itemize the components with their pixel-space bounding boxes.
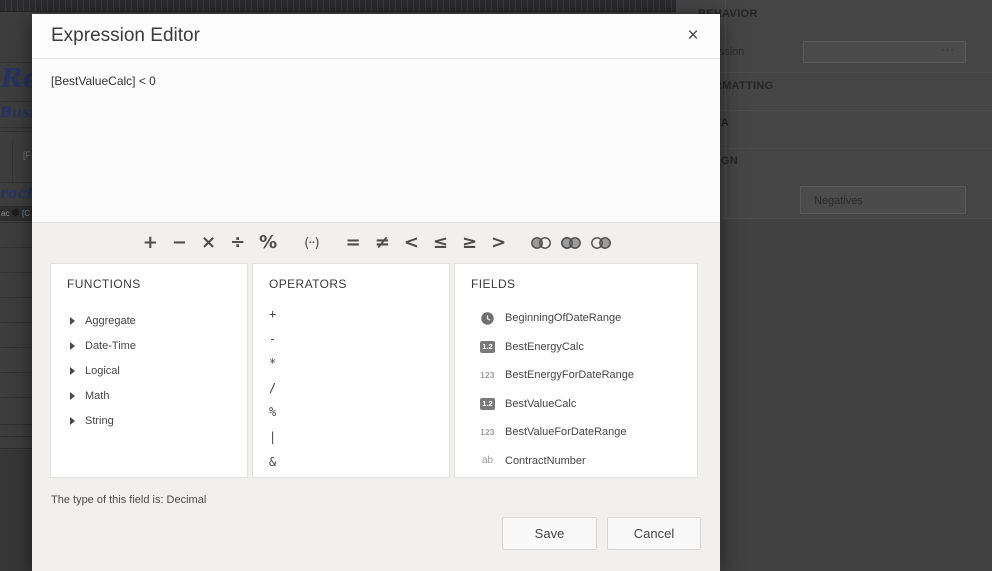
operators-header: OPERATORS [269,277,449,291]
properties-panel: BEHAVIOR Expression ··· FORMATTING DATA … [676,0,992,571]
panels-row: FUNCTIONS Aggregate Date-Time Logical Ma… [50,263,698,478]
report-subtitle-fragment: Busin [0,105,33,121]
operator-item-minus[interactable]: - [269,332,449,357]
chevron-right-icon [70,417,75,425]
clock-icon [479,312,496,325]
multiply-icon[interactable]: × [201,234,216,252]
dialog-title: Expression Editor [51,25,200,47]
greater-equal-icon[interactable]: ≥ [462,234,477,252]
ellipsis-button: ··· [941,44,955,56]
panel-lower-area [722,218,992,571]
chevron-right-icon [70,392,75,400]
functions-header: FUNCTIONS [67,277,247,291]
fields-panel: FIELDS BeginningOfDateRange 1.2 BestEner… [454,263,698,478]
horizontal-ruler [0,0,676,12]
functions-panel: FUNCTIONS Aggregate Date-Time Logical Ma… [50,263,248,478]
operator-item-plus[interactable]: + [269,307,449,332]
operator-toolbar: + − × ÷ % (··) = ≠ < ≤ ≥ > [32,223,720,263]
venn-left-filled-icon[interactable] [530,236,552,250]
operators-panel: OPERATORS + - * / % | & [252,263,450,478]
save-button[interactable]: Save [502,517,597,550]
venn-right-filled-icon[interactable] [590,236,612,250]
parentheses-icon[interactable]: (··) [304,237,318,250]
equals-icon[interactable]: = [346,234,361,252]
expression-property-input: ··· [803,41,966,63]
field-ref-fragment: [F [23,150,31,160]
field-type-hint: The type of this field is: Decimal [51,494,720,506]
integer-icon: 123 [479,371,496,380]
name-property-input: Negatives [800,186,966,214]
cancel-button[interactable]: Cancel [607,517,701,550]
not-equals-icon[interactable]: ≠ [375,234,390,252]
report-title-fragment: Rec [1,64,33,94]
greater-than-icon[interactable]: > [491,234,506,252]
field-item-bestvaluecalc[interactable]: 1.2 BestValueCalc [471,390,697,419]
expression-text[interactable]: [BestValueCalc] < 0 [51,74,156,88]
function-category-logical[interactable]: Logical [67,358,247,383]
operator-item-percent[interactable]: % [269,405,449,430]
decimal-icon: 1.2 [479,398,496,410]
decimal-icon: 1.2 [479,341,496,353]
less-than-icon[interactable]: < [404,234,419,252]
operator-item-pipe[interactable]: | [269,430,449,455]
less-equal-icon[interactable]: ≤ [433,234,448,252]
operator-item-star[interactable]: * [269,356,449,381]
function-category-math[interactable]: Math [67,383,247,408]
integer-icon: 123 [479,428,496,437]
expression-editor-dialog: Expression Editor × [BestValueCalc] < 0 … [32,14,720,571]
function-category-string[interactable]: String [67,408,247,433]
field-item-beginningofdaterange[interactable]: BeginningOfDateRange [471,304,697,333]
field-item-bestenergyfordaterange[interactable]: 123 BestEnergyForDateRange [471,361,697,390]
divide-icon[interactable]: ÷ [230,234,245,252]
chevron-right-icon [70,342,75,350]
minus-icon[interactable]: − [172,234,187,252]
venn-both-filled-icon[interactable] [560,236,582,250]
detail-row-fragment: ac [C [0,206,33,221]
string-icon: ab [479,455,496,466]
chevron-right-icon [70,367,75,375]
field-item-bestenergycalc[interactable]: 1.2 BestEnergyCalc [471,333,697,362]
group-band-fragment: ract O [0,184,33,202]
plus-icon[interactable]: + [143,234,158,252]
dialog-header: Expression Editor × [32,14,720,59]
expression-editor-area[interactable]: [BestValueCalc] < 0 [32,59,720,222]
operator-item-amp[interactable]: & [269,455,449,478]
field-item-bestvaluefordaterange[interactable]: 123 BestValueForDateRange [471,418,697,447]
field-knob-icon [12,209,19,216]
field-item-contractnumber[interactable]: ab ContractNumber [471,447,697,476]
function-category-aggregate[interactable]: Aggregate [67,308,247,333]
function-category-datetime[interactable]: Date-Time [67,333,247,358]
designer-outer-background [0,450,33,571]
chevron-right-icon [70,317,75,325]
close-icon[interactable]: × [683,25,703,47]
fields-header: FIELDS [471,277,697,291]
report-canvas-strip: Rec Busin [F ract O ac [C [0,12,33,450]
operator-item-slash[interactable]: / [269,381,449,406]
modulo-icon[interactable]: % [259,234,277,252]
